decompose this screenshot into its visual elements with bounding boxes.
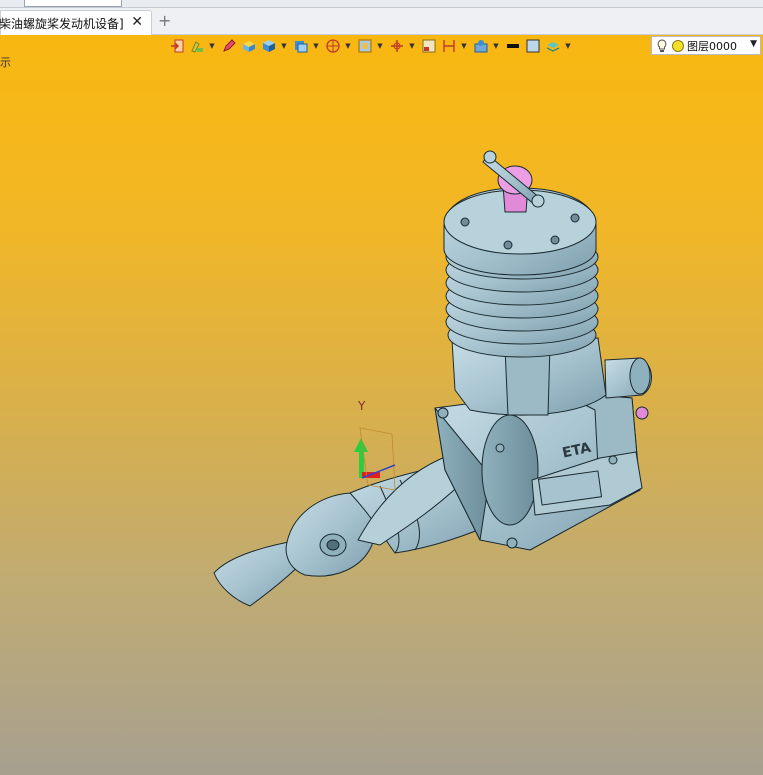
engine-model[interactable]: Y ETA	[0, 0, 763, 775]
axis-y-label: Y	[357, 399, 366, 413]
